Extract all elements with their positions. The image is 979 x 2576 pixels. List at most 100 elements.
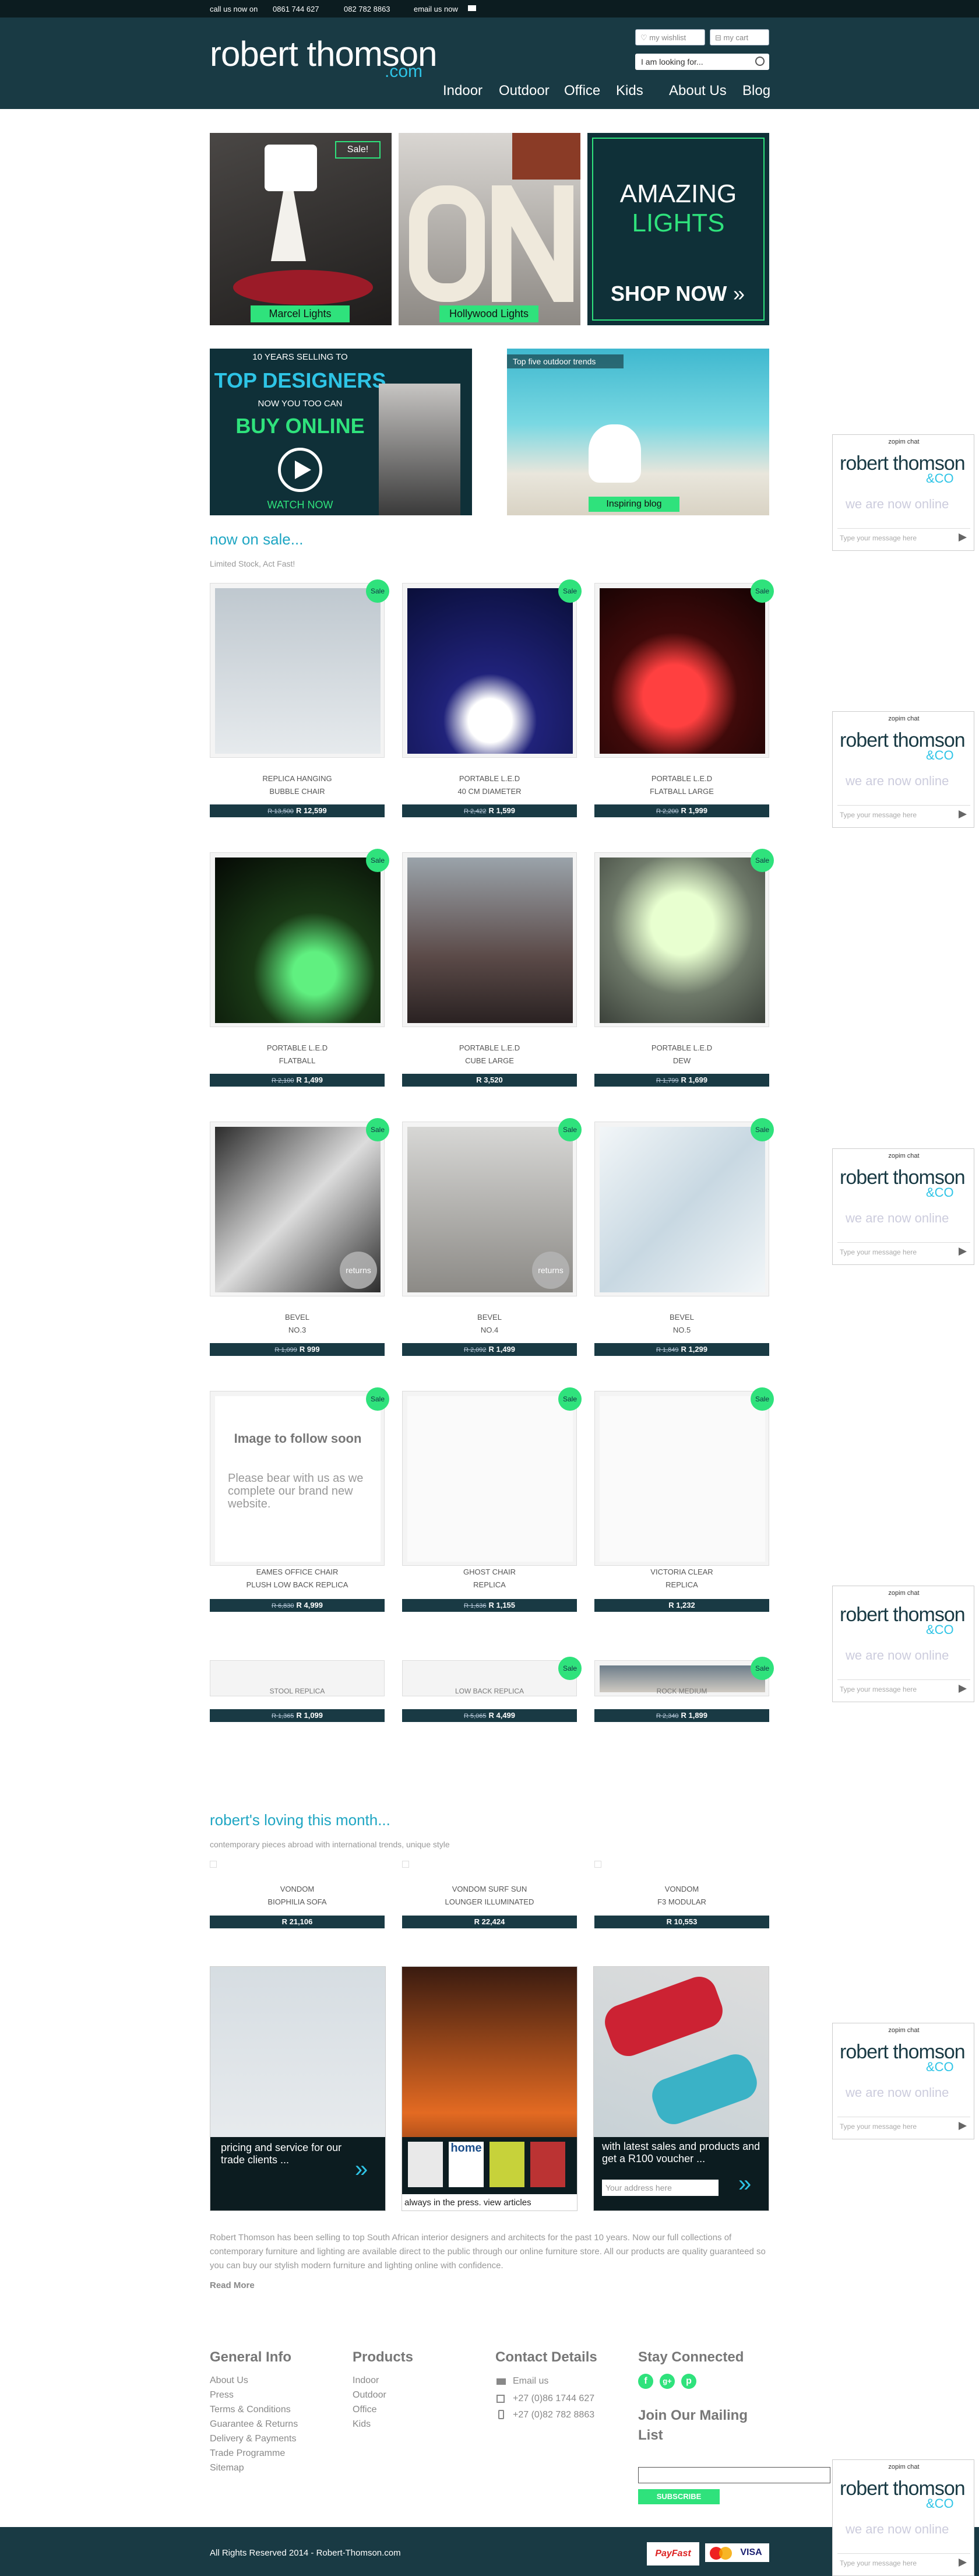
nav-blog[interactable]: Blog	[742, 83, 770, 99]
search-icon[interactable]	[755, 57, 765, 66]
chat-widget[interactable]: zopim chat robert thomson &CO we are now on…	[832, 1148, 974, 1265]
footer-link[interactable]: Office	[353, 2405, 377, 2415]
read-more-link[interactable]: Read More	[210, 2280, 255, 2290]
footer-link[interactable]: Kids	[353, 2419, 371, 2430]
product-image[interactable]: returns	[402, 1122, 577, 1296]
google-plus-icon[interactable]: g+	[660, 2374, 675, 2389]
product-price[interactable]: R 1,232	[594, 1599, 769, 1612]
product-price[interactable]: R 2,092 R 1,499	[402, 1343, 577, 1356]
product-price[interactable]: R 1,636 R 1,155	[402, 1599, 577, 1612]
footer-link[interactable]: Trade Programme	[210, 2448, 285, 2459]
footer-link[interactable]: Terms & Conditions	[210, 2405, 291, 2415]
product-name: PORTABLE L.E.D 40 CM DIAMETER	[402, 772, 577, 798]
contact-phone-2[interactable]: +27 (0)82 782 8863	[513, 2410, 594, 2420]
amazing-lights-banner[interactable]: AMAZING LIGHTS SHOP NOW »	[587, 133, 769, 325]
chat-message-input[interactable]: Type your message here	[837, 1242, 970, 1260]
loving-thumb[interactable]	[594, 1861, 601, 1868]
product-image[interactable]	[210, 852, 385, 1027]
product-price[interactable]: R 1,849 R 1,299	[594, 1343, 769, 1356]
chat-widget[interactable]: zopim chat robert thomson &CO we are now on…	[832, 1586, 974, 1702]
footer-link[interactable]: About Us	[210, 2375, 248, 2386]
product-price[interactable]: R 13,500 R 12,599	[210, 804, 385, 817]
product-image[interactable]	[210, 583, 385, 758]
chat-widget[interactable]: zopim chat robert thomson &CO we are now on…	[832, 2459, 974, 2576]
contact-email[interactable]: Email us	[513, 2376, 548, 2387]
product-price[interactable]: R 3,520	[402, 1074, 577, 1087]
subscribe-button[interactable]: SUBSCRIBE	[638, 2489, 720, 2504]
wishlist-button[interactable]: ♡ my wishlist	[635, 29, 705, 45]
nav-office[interactable]: Office	[564, 83, 600, 99]
top-designers-banner[interactable]: 10 YEARS SELLING TO TOP DESIGNERS NOW YO…	[210, 349, 472, 515]
outdoor-trends-banner[interactable]: Top five outdoor trends Inspiring blog	[507, 349, 769, 515]
product-image[interactable]	[402, 852, 577, 1027]
product-price[interactable]: R 5,065 R 4,499	[402, 1709, 577, 1722]
pinterest-icon[interactable]: p	[681, 2374, 696, 2389]
loving-price[interactable]: R 22,424	[402, 1916, 577, 1928]
marcel-lights-banner[interactable]: Sale! Marcel Lights	[210, 133, 392, 325]
footer-link[interactable]: Delivery & Payments	[210, 2434, 297, 2444]
product-image[interactable]	[594, 583, 769, 758]
product-image[interactable]: Image to follow soon Please bear with us …	[210, 1391, 385, 1566]
chat-message-input[interactable]: Type your message here	[837, 528, 970, 546]
nav-about-us[interactable]: About Us	[669, 83, 727, 99]
chat-message-input[interactable]: Type your message here	[837, 2553, 970, 2571]
chat-message-input[interactable]: Type your message here	[837, 805, 970, 823]
nav-kids[interactable]: Kids	[616, 83, 643, 99]
nav-outdoor[interactable]: Outdoor	[499, 83, 550, 99]
chat-message-input[interactable]: Type your message here	[837, 1679, 970, 1697]
lights-text: LIGHTS	[632, 209, 725, 237]
newsletter-address-input[interactable]: Your address here	[602, 2180, 719, 2196]
send-icon[interactable]	[959, 1247, 967, 1256]
footer-link[interactable]: Indoor	[353, 2375, 379, 2386]
product-price[interactable]: R 6,830 R 4,999	[210, 1599, 385, 1612]
email-link[interactable]: email us now	[414, 5, 458, 13]
product-price[interactable]: R 1,799 R 1,699	[594, 1074, 769, 1087]
loving-name-line2: LOUNGER ILLUMINATED	[445, 1897, 534, 1906]
product-price[interactable]: R 1,365 R 1,099	[210, 1709, 385, 1722]
phone-number-2[interactable]: 082 782 8863	[344, 5, 390, 13]
send-icon[interactable]	[959, 2559, 967, 2567]
send-icon[interactable]	[959, 533, 967, 542]
play-button-icon[interactable]	[278, 448, 322, 492]
footer-link[interactable]: Press	[210, 2390, 234, 2401]
chat-widget[interactable]: zopim chat robert thomson &CO we are now on…	[832, 711, 974, 828]
product-image[interactable]	[402, 583, 577, 758]
product-image[interactable]: returns	[210, 1122, 385, 1296]
cart-button[interactable]: ⊟ my cart	[710, 29, 769, 45]
phone-number-1[interactable]: 0861 744 627	[273, 5, 319, 13]
chat-widget[interactable]: zopim chat robert thomson &CO we are now on…	[832, 2023, 974, 2139]
contact-phone-1[interactable]: +27 (0)86 1744 627	[513, 2394, 594, 2404]
product-image[interactable]	[594, 1391, 769, 1566]
mailing-email-input[interactable]	[638, 2467, 830, 2483]
chat-widget[interactable]: zopim chat robert thomson &CO we are now on…	[832, 434, 974, 551]
loving-price[interactable]: R 21,106	[210, 1916, 385, 1928]
footer-link[interactable]: Guarantee & Returns	[210, 2419, 298, 2430]
nav-indoor[interactable]: Indoor	[443, 83, 483, 99]
voucher-promo[interactable]: with latest sales and products and get a…	[593, 1966, 769, 2211]
hollywood-lights-banner[interactable]: Hollywood Lights	[399, 133, 580, 325]
search-input[interactable]: I am looking for...	[635, 54, 769, 70]
product-image[interactable]	[402, 1391, 577, 1566]
press-promo[interactable]: home always in the press. view articles	[402, 1966, 577, 2211]
product-price[interactable]: R 2,340 R 1,899	[594, 1709, 769, 1722]
trade-promo[interactable]: pricing and service for our trade client…	[210, 1966, 386, 2211]
product-price[interactable]: R 2,200 R 1,999	[594, 804, 769, 817]
footer-link[interactable]: Sitemap	[210, 2463, 244, 2473]
product-price[interactable]: R 1,099 R 999	[210, 1343, 385, 1356]
chevron-right-icon[interactable]: »	[738, 2171, 751, 2197]
send-icon[interactable]	[959, 810, 967, 818]
loving-thumb[interactable]	[402, 1861, 409, 1868]
chat-message-input[interactable]: Type your message here	[837, 2117, 970, 2134]
mastercard-yellow-circle	[719, 2547, 732, 2560]
send-icon[interactable]	[959, 2122, 967, 2130]
product-price[interactable]: R 2,100 R 1,499	[210, 1074, 385, 1087]
send-icon[interactable]	[959, 1685, 967, 1693]
sale-section-subtitle: Limited Stock, Act Fast!	[210, 559, 295, 568]
facebook-icon[interactable]: f	[638, 2374, 653, 2389]
footer-link[interactable]: Outdoor	[353, 2390, 386, 2401]
product-price[interactable]: R 2,422 R 1,599	[402, 804, 577, 817]
product-image[interactable]	[594, 1122, 769, 1296]
loving-price[interactable]: R 10,553	[594, 1916, 769, 1928]
loving-thumb[interactable]	[210, 1861, 217, 1868]
product-image[interactable]	[594, 852, 769, 1027]
